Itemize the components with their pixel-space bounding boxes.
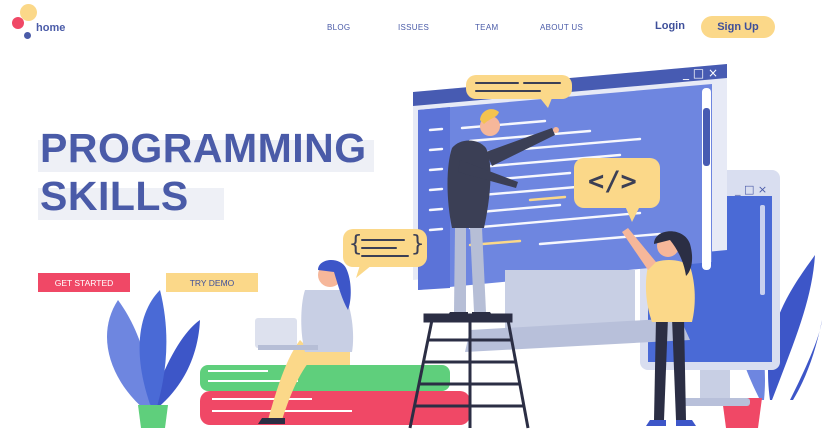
svg-text:_ □ ×: _ □ × <box>734 183 767 196</box>
brace-close-text: } <box>411 232 425 257</box>
svg-text:_ □ ×: _ □ × <box>682 66 718 80</box>
code-tag-text: </> <box>588 166 637 197</box>
hero-title-line1: PROGRAMMING <box>40 125 367 171</box>
hero-title-line2: SKILLS <box>40 173 189 219</box>
books-stack <box>200 365 470 425</box>
get-started-button[interactable]: GET STARTED <box>38 273 130 292</box>
hero-title: PROGRAMMING SKILLS <box>40 124 367 220</box>
plant-left <box>106 290 200 428</box>
brace-open-text: { <box>349 232 363 257</box>
try-demo-button[interactable]: TRY DEMO <box>166 273 258 292</box>
